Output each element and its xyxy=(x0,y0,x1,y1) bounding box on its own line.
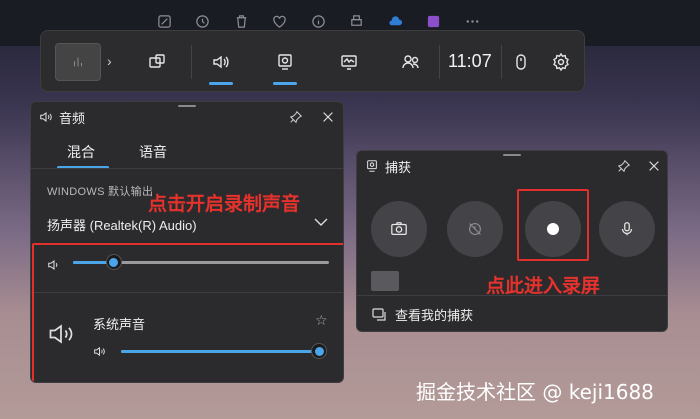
gear-icon xyxy=(553,52,569,72)
view-my-captures-link[interactable]: 查看我的捕获 xyxy=(395,305,473,324)
print-icon[interactable] xyxy=(338,10,377,32)
output-device-select[interactable]: 扬声器 (Realtek(R) Audio) xyxy=(47,215,197,234)
info-icon[interactable] xyxy=(299,10,338,32)
audio-panel: 音频 混合 语音 WINDOWS 默认输出 扬声器 (Realtek(R) Au… xyxy=(30,101,344,383)
chevron-right-icon[interactable]: › xyxy=(107,53,112,69)
close-icon[interactable] xyxy=(647,159,661,173)
separator xyxy=(191,45,192,79)
edit-image-icon[interactable] xyxy=(145,10,184,32)
delete-icon[interactable] xyxy=(222,10,261,32)
active-indicator xyxy=(273,82,297,85)
top-toolbar-icons xyxy=(145,10,492,32)
rotate-icon[interactable] xyxy=(184,10,223,32)
xbox-social-button[interactable] xyxy=(391,45,431,79)
gallery-icon xyxy=(372,308,386,321)
performance-widget-button[interactable] xyxy=(329,45,369,79)
audio-panel-header: 音频 xyxy=(31,102,343,132)
game-bar: › 11:07 xyxy=(40,30,585,92)
capture-thumbnail[interactable] xyxy=(371,271,399,291)
tab-mix[interactable]: 混合 xyxy=(67,142,95,162)
microphone-icon xyxy=(621,222,633,236)
record-last-button[interactable] xyxy=(447,201,503,257)
speaker-icon xyxy=(213,55,229,69)
capture-panel: 捕获 查看我的捕获 xyxy=(356,150,668,332)
audio-tabs: 混合 语音 xyxy=(67,142,167,162)
heart-icon[interactable] xyxy=(261,10,300,32)
app-icon[interactable] xyxy=(415,10,454,32)
active-indicator xyxy=(209,82,233,85)
capture-widget-button[interactable] xyxy=(265,45,305,85)
widget-menu-button[interactable] xyxy=(137,45,177,79)
chevron-down-icon[interactable] xyxy=(313,214,329,230)
game-thumbnail[interactable] xyxy=(55,43,101,81)
mouse-icon xyxy=(516,54,526,70)
close-icon[interactable] xyxy=(321,110,335,124)
microphone-button[interactable] xyxy=(599,201,655,257)
audio-panel-title: 音频 xyxy=(59,110,86,126)
audio-annotation: 点击开启录制声音 xyxy=(148,194,301,215)
screenshot-button[interactable] xyxy=(371,201,427,257)
watermark: 掘金技术社区 @ keji1688 xyxy=(416,380,654,404)
widget-menu-icon xyxy=(149,54,165,68)
tabs-divider xyxy=(31,168,343,169)
pin-icon[interactable] xyxy=(617,159,631,173)
tab-voice[interactable]: 语音 xyxy=(139,142,167,162)
highlight-box xyxy=(32,243,343,382)
more-icon[interactable] xyxy=(453,10,492,32)
capture-icon xyxy=(278,54,292,70)
separator xyxy=(439,45,440,79)
pin-icon[interactable] xyxy=(289,110,303,124)
settings-button[interactable] xyxy=(541,45,581,79)
record-dot-icon xyxy=(547,223,559,235)
history-record-icon xyxy=(469,223,481,235)
game-thumbnail-icon xyxy=(73,57,83,67)
camera-icon xyxy=(391,222,407,236)
capture-icon xyxy=(367,160,377,172)
controller-button[interactable] xyxy=(501,45,541,79)
speaker-icon xyxy=(40,112,52,122)
cloud-icon[interactable] xyxy=(376,10,415,32)
start-recording-button[interactable] xyxy=(525,201,581,257)
record-annotation: 点此进入录屏 xyxy=(486,276,601,297)
capture-panel-header: 捕获 xyxy=(357,151,667,181)
output-label: WINDOWS 默认输出 xyxy=(47,186,154,198)
people-icon xyxy=(402,55,419,69)
capture-panel-title: 捕获 xyxy=(385,159,412,175)
audio-widget-button[interactable] xyxy=(201,45,241,85)
performance-icon xyxy=(341,55,357,70)
clock-time: 11:07 xyxy=(448,51,492,71)
